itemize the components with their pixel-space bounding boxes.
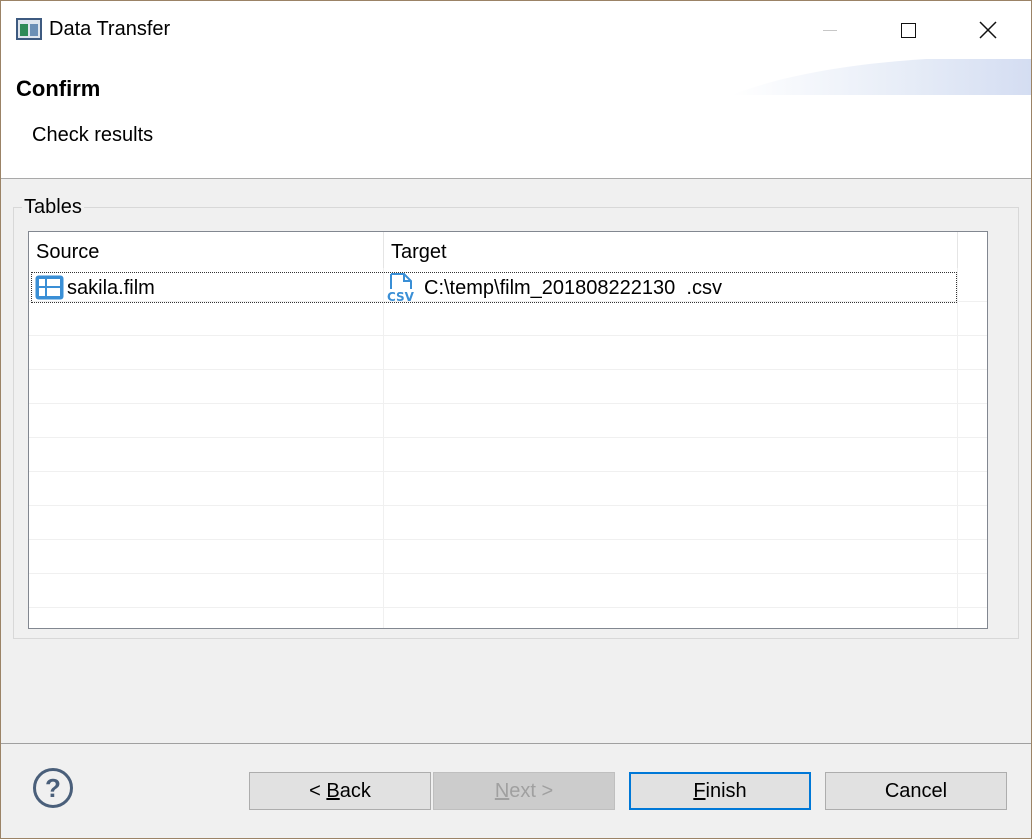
table-row-empty <box>29 608 987 628</box>
table-row-empty <box>29 370 987 404</box>
finish-button[interactable]: Finish <box>629 772 811 810</box>
column-header-source[interactable]: Source <box>29 232 384 268</box>
title-bar: Data Transfer <box>1 1 1031 59</box>
data-transfer-dialog: Data Transfer Confirm Check results Tabl… <box>0 0 1032 839</box>
page-title: Confirm <box>16 76 101 101</box>
table-row-empty <box>29 506 987 540</box>
header-banner-graphic <box>731 59 1031 95</box>
page-description: Check results <box>32 124 154 146</box>
column-header-filler <box>958 232 987 268</box>
table-row-empty <box>29 302 987 336</box>
column-header-target[interactable]: Target <box>384 232 958 268</box>
close-icon <box>979 21 997 39</box>
table-header: Source Target <box>29 232 987 268</box>
next-button[interactable]: Next > <box>433 772 615 810</box>
back-button[interactable]: < Back <box>249 772 431 810</box>
table-row-empty <box>29 574 987 608</box>
csv-file-icon: CSV <box>387 273 414 303</box>
close-button[interactable] <box>949 1 1027 59</box>
table-row-empty <box>29 404 987 438</box>
cancel-button[interactable]: Cancel <box>825 772 1007 810</box>
target-cell: C:\temp\film_201808222130 .csv <box>424 277 722 299</box>
maximize-button[interactable] <box>869 1 947 59</box>
app-icon <box>16 18 42 40</box>
table-row-empty <box>29 336 987 370</box>
wizard-header: Confirm Check results <box>1 59 1031 179</box>
minimize-icon <box>823 29 837 31</box>
window-title: Data Transfer <box>49 18 171 40</box>
tables-group-label: Tables <box>22 196 84 219</box>
tables-table: Source Target sakila.film CSV C:\temp\fi… <box>28 231 988 629</box>
table-row-empty <box>29 438 987 472</box>
table-row-empty <box>29 472 987 506</box>
minimize-button[interactable] <box>791 1 869 59</box>
table-icon <box>35 275 64 300</box>
footer-separator <box>1 743 1031 744</box>
table-row-empty <box>29 540 987 574</box>
help-button[interactable]: ? <box>33 768 73 808</box>
maximize-icon <box>900 22 916 38</box>
source-cell: sakila.film <box>67 277 155 299</box>
help-icon: ? <box>45 772 61 803</box>
